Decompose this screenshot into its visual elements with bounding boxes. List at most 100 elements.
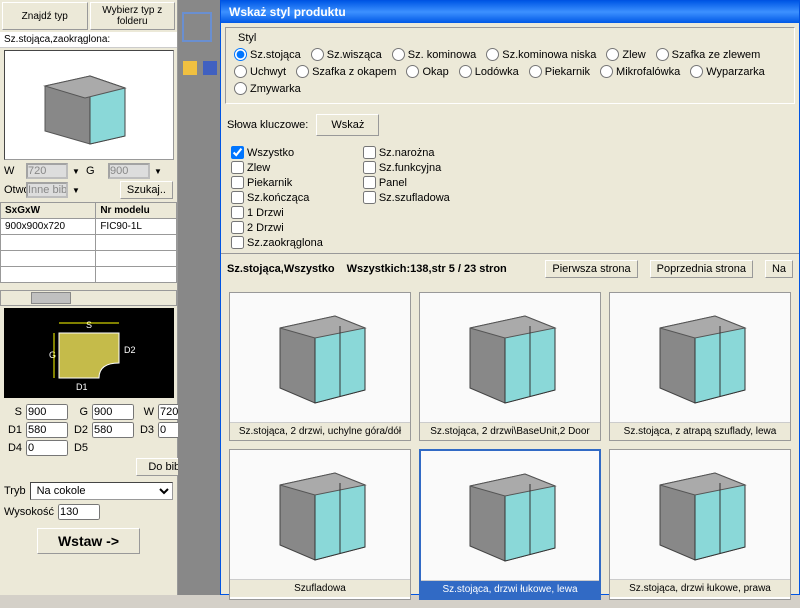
product-thumb-icon xyxy=(420,293,600,423)
d4-label: D4 xyxy=(4,442,22,454)
w-label: W xyxy=(4,165,22,177)
w2-label: W xyxy=(136,406,154,418)
style-radio-3[interactable]: Sz.kominowa niska xyxy=(486,48,596,61)
keyword-check-2 Drzwi[interactable]: 2 Drzwi xyxy=(231,221,323,234)
product-card-0[interactable]: Sz.stojąca, 2 drzwi, uchylne góra/dół xyxy=(229,292,411,441)
style-radio-11[interactable]: Mikrofalówka xyxy=(600,65,680,78)
d4-input[interactable] xyxy=(26,440,68,456)
product-card-label: Sz.stojąca, 2 drzwi\BaseUnit,2 Door xyxy=(420,423,600,440)
keywords-label: Słowa kluczowe: xyxy=(227,119,308,131)
style-radio-4[interactable]: Zlew xyxy=(606,48,645,61)
product-thumb-icon xyxy=(421,451,599,581)
prev-page-button[interactable]: Poprzednia strona xyxy=(650,260,753,278)
product-card-label: Sz.stojąca, drzwi łukowe, prawa xyxy=(610,580,790,597)
product-card-4[interactable]: Sz.stojąca, drzwi łukowe, lewa xyxy=(419,449,601,600)
dropdown-icon[interactable]: ▼ xyxy=(72,186,82,195)
first-page-button[interactable]: Pierwsza strona xyxy=(545,260,637,278)
style-radio-8[interactable]: Okap xyxy=(406,65,448,78)
wskaz-button[interactable]: Wskaż xyxy=(316,114,379,136)
keyword-check-Panel[interactable]: Panel xyxy=(363,176,450,189)
rotate-icon xyxy=(182,12,212,42)
result-label: Sz.stojąca,Wszystko xyxy=(227,263,335,275)
style-radio-1[interactable]: Sz.wisząca xyxy=(311,48,382,61)
product-card-label: Sz.stojąca, 2 drzwi, uchylne góra/dół xyxy=(230,423,410,440)
g2-input[interactable] xyxy=(92,404,134,420)
g-label: G xyxy=(86,165,104,177)
tryb-select[interactable]: Na cokole xyxy=(30,482,173,500)
style-radio-10[interactable]: Piekarnik xyxy=(529,65,590,78)
insert-button[interactable]: Wstaw -> xyxy=(37,528,140,554)
style-radio-12[interactable]: Wyparzarka xyxy=(690,65,765,78)
d2-input[interactable] xyxy=(92,422,134,438)
svg-text:D1: D1 xyxy=(76,382,88,392)
cabinet-preview-icon xyxy=(35,66,135,146)
svg-text:S: S xyxy=(86,320,92,330)
model-cell[interactable]: FIC90-1L xyxy=(96,219,177,235)
find-type-button[interactable]: Znajdź typ xyxy=(2,2,88,30)
left-panel: Znajdź typ Wybierz typ z folderu Sz.stoj… xyxy=(0,0,178,595)
col-model[interactable]: Nr modelu xyxy=(96,203,177,219)
style-fieldset: Styl Sz.stojąca Sz.wisząca Sz. kominowa … xyxy=(225,27,795,104)
na-button[interactable]: Na xyxy=(765,260,793,278)
product-thumb-icon xyxy=(230,450,410,580)
w-input xyxy=(26,163,68,179)
style-radio-5[interactable]: Szafka ze zlewem xyxy=(656,48,761,61)
keyword-check-Zlew[interactable]: Zlew xyxy=(231,161,323,174)
d5-label: D5 xyxy=(70,442,88,454)
tryb-label: Tryb xyxy=(4,485,26,497)
product-thumb-icon xyxy=(610,293,790,423)
g2-label: G xyxy=(70,406,88,418)
style-radio-2[interactable]: Sz. kominowa xyxy=(392,48,476,61)
keyword-check-1 Drzwi[interactable]: 1 Drzwi xyxy=(231,206,323,219)
keyword-check-Wszystko[interactable]: Wszystko xyxy=(231,146,323,159)
svg-text:G: G xyxy=(49,350,56,360)
h-scrollbar[interactable] xyxy=(0,290,177,306)
viewport-3d[interactable]: Wskaż styl produktu Styl Sz.stojąca Sz.w… xyxy=(178,0,800,595)
style-radio-7[interactable]: Szafka z okapem xyxy=(296,65,396,78)
choose-folder-button[interactable]: Wybierz typ z folderu xyxy=(90,2,176,30)
dropdown-icon[interactable]: ▼ xyxy=(72,167,82,176)
d1-input[interactable] xyxy=(26,422,68,438)
keyword-check-Sz.kończąca[interactable]: Sz.kończąca xyxy=(231,191,323,204)
d3-label: D3 xyxy=(136,424,154,436)
otw-input xyxy=(26,182,68,198)
product-card-label: Sz.stojąca, drzwi łukowe, lewa xyxy=(421,581,599,598)
product-thumb-icon xyxy=(230,293,410,423)
dropdown-icon[interactable]: ▼ xyxy=(154,167,164,176)
keyword-check-Sz.szufladowa[interactable]: Sz.szufladowa xyxy=(363,191,450,204)
col-sxgxw[interactable]: SxGxW xyxy=(1,203,96,219)
wysokosc-input[interactable] xyxy=(58,504,100,520)
style-radio-9[interactable]: Lodówka xyxy=(459,65,519,78)
dialog-title: Wskaż styl produktu xyxy=(221,1,799,23)
d1-label: D1 xyxy=(4,424,22,436)
d2-label: D2 xyxy=(70,424,88,436)
style-radio-0[interactable]: Sz.stojąca xyxy=(234,48,301,61)
s-label: S xyxy=(4,406,22,418)
style-dialog: Wskaż styl produktu Styl Sz.stojąca Sz.w… xyxy=(220,0,800,595)
svg-text:D2: D2 xyxy=(124,345,136,355)
save-icon[interactable] xyxy=(202,60,218,76)
g-input xyxy=(108,163,150,179)
otw-label: Otwó xyxy=(4,184,22,196)
product-card-1[interactable]: Sz.stojąca, 2 drzwi\BaseUnit,2 Door xyxy=(419,292,601,441)
result-count: Wszystkich:138,str 5 / 23 stron xyxy=(347,263,507,275)
style-radio-6[interactable]: Uchwyt xyxy=(234,65,286,78)
style-radio-13[interactable]: Zmywarka xyxy=(234,82,301,95)
dimension-diagram: S G D2 D1 xyxy=(4,308,174,398)
dim-cell[interactable]: 900x900x720 xyxy=(1,219,96,235)
keyword-check-Piekarnik[interactable]: Piekarnik xyxy=(231,176,323,189)
keyword-check-Sz.zaokrąglona[interactable]: Sz.zaokrąglona xyxy=(231,236,323,249)
product-card-2[interactable]: Sz.stojąca, z atrapą szuflady, lewa xyxy=(609,292,791,441)
keyword-check-Sz.narożna[interactable]: Sz.narożna xyxy=(363,146,450,159)
product-card-5[interactable]: Sz.stojąca, drzwi łukowe, prawa xyxy=(609,449,791,600)
style-legend: Styl xyxy=(234,32,260,44)
product-card-label: Szufladowa xyxy=(230,580,410,597)
preview-3d xyxy=(4,50,174,160)
wysokosc-label: Wysokość xyxy=(4,506,54,518)
open-icon[interactable] xyxy=(182,60,198,76)
product-card-3[interactable]: Szufladowa xyxy=(229,449,411,600)
product-thumb-icon xyxy=(610,450,790,580)
keyword-check-Sz.funkcyjna[interactable]: Sz.funkcyjna xyxy=(363,161,450,174)
search-button[interactable]: Szukaj.. xyxy=(120,181,173,199)
s-input[interactable] xyxy=(26,404,68,420)
